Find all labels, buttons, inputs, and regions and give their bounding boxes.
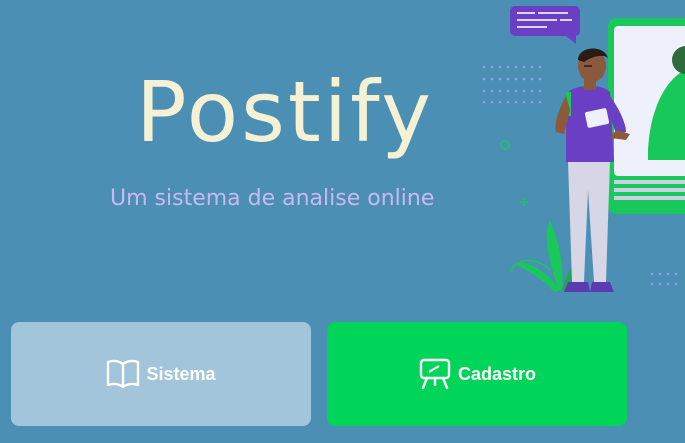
book-icon (107, 359, 140, 389)
sistema-button[interactable]: Sistema (11, 322, 311, 426)
sistema-button-label: Sistema (146, 363, 216, 384)
app-title: Postify (136, 63, 434, 161)
cadastro-button-label: Cadastro (457, 363, 537, 384)
app-subtitle: Um sistema de analise online (110, 186, 435, 211)
speech-bubble-icon (510, 6, 580, 44)
cadastro-button[interactable]: Cadastro (327, 322, 627, 426)
presentation-board-icon (419, 358, 451, 390)
person-with-tablet-illustration (482, 6, 685, 292)
